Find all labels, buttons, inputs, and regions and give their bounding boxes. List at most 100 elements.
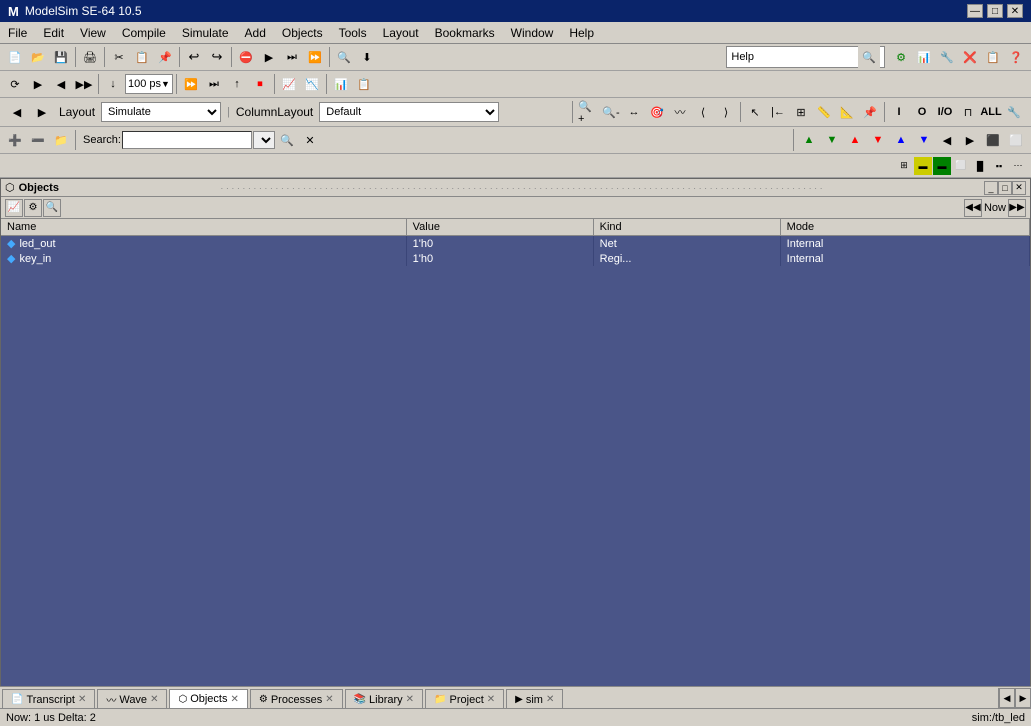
val-tri-btn[interactable]: ⊓ bbox=[957, 101, 979, 123]
paste-button[interactable]: 📌 bbox=[154, 46, 176, 68]
cut-button[interactable]: ✂ bbox=[108, 46, 130, 68]
tab-objects-close[interactable]: ✕ bbox=[230, 694, 238, 705]
zoom-wave-btn[interactable]: 〰 bbox=[669, 101, 691, 123]
wave-expand-btn[interactable]: 📏 bbox=[813, 101, 835, 123]
wave-ctrl-btn5[interactable]: ▐▌ bbox=[971, 157, 989, 175]
val-O-btn[interactable]: O bbox=[911, 101, 933, 123]
zoom-prev-btn[interactable]: ⟨ bbox=[692, 101, 714, 123]
step-over-button[interactable]: ⏩ bbox=[304, 46, 326, 68]
zoom-full-btn[interactable]: ↔ bbox=[623, 101, 645, 123]
undo-button[interactable]: ↩ bbox=[183, 46, 205, 68]
close-button[interactable]: ✕ bbox=[1007, 4, 1023, 18]
wave-ctrl-btn1[interactable]: ⊞ bbox=[895, 157, 913, 175]
maximize-button[interactable]: □ bbox=[987, 4, 1003, 18]
sim-back-button[interactable]: ◀ bbox=[50, 73, 72, 95]
val-all-btn[interactable]: ALL bbox=[980, 101, 1002, 123]
signal-btn4[interactable]: ▼ bbox=[867, 129, 889, 151]
run-cont-button[interactable]: ⏭ bbox=[203, 73, 225, 95]
zoom-next-btn[interactable]: ⟩ bbox=[715, 101, 737, 123]
sim-run-button[interactable]: ▶ bbox=[27, 73, 49, 95]
val-tool-btn[interactable]: 🔧 bbox=[1003, 101, 1025, 123]
wave-ctrl-btn3[interactable]: ▬ bbox=[933, 157, 951, 175]
print-button[interactable]: 🖨 bbox=[79, 46, 101, 68]
signal-btn2[interactable]: ▼ bbox=[821, 129, 843, 151]
obj-filter-btn[interactable]: 🔍 bbox=[43, 199, 61, 217]
menu-help[interactable]: Help bbox=[561, 24, 602, 42]
zoom-cursor-btn[interactable]: 🎯 bbox=[646, 101, 668, 123]
zoom-out-btn[interactable]: 🔍- bbox=[600, 101, 622, 123]
help-search-input[interactable] bbox=[756, 48, 856, 66]
step-into-button[interactable]: ↓ bbox=[102, 73, 124, 95]
obj-back-btn[interactable]: ◀◀ bbox=[964, 199, 982, 217]
menu-file[interactable]: File bbox=[0, 24, 35, 42]
column-layout-select[interactable]: Default Custom bbox=[319, 102, 499, 122]
sim-fwd-button[interactable]: ▶▶ bbox=[73, 73, 95, 95]
col-header-kind[interactable]: Kind bbox=[593, 219, 780, 236]
obj-props-btn[interactable]: ⚙ bbox=[24, 199, 42, 217]
layout-fwd-btn[interactable]: ▶ bbox=[31, 101, 53, 123]
cov-btn2[interactable]: 📋 bbox=[353, 73, 375, 95]
menu-compile[interactable]: Compile bbox=[114, 24, 174, 42]
objects-float-btn[interactable]: □ bbox=[998, 181, 1012, 195]
signal-btn5[interactable]: ▲ bbox=[890, 129, 912, 151]
find-button[interactable]: 🔍 bbox=[333, 46, 355, 68]
wave-ctrl-btn2[interactable]: ▬ bbox=[914, 157, 932, 175]
val-I-btn[interactable]: I bbox=[888, 101, 910, 123]
wave-del-btn[interactable]: ➖ bbox=[27, 129, 49, 151]
help-btn5[interactable]: 📋 bbox=[982, 46, 1004, 68]
signal-btn8[interactable]: ▶ bbox=[959, 129, 981, 151]
help-btn2[interactable]: 📊 bbox=[913, 46, 935, 68]
tab-processes-close[interactable]: ✕ bbox=[325, 694, 333, 705]
time-dropdown-icon[interactable]: ▼ bbox=[161, 79, 170, 89]
tab-scroll-left[interactable]: ◀ bbox=[999, 688, 1015, 708]
sim-stop-button[interactable]: ⏹ bbox=[249, 73, 271, 95]
wave-ctrl-btn6[interactable]: ▪▪ bbox=[990, 157, 1008, 175]
wave-btn2[interactable]: 📉 bbox=[301, 73, 323, 95]
menu-layout[interactable]: Layout bbox=[375, 24, 427, 42]
tab-library[interactable]: 📚 Library ✕ bbox=[345, 689, 423, 708]
minimize-button[interactable]: — bbox=[967, 4, 983, 18]
tab-project-close[interactable]: ✕ bbox=[487, 694, 495, 705]
wave-btn1[interactable]: 📈 bbox=[278, 73, 300, 95]
col-header-mode[interactable]: Mode bbox=[780, 219, 1029, 236]
signal-btn3[interactable]: ▲ bbox=[844, 129, 866, 151]
zoom-area-btn[interactable]: ⊞ bbox=[790, 101, 812, 123]
menu-view[interactable]: View bbox=[72, 24, 114, 42]
signal-btn1[interactable]: ▲ bbox=[798, 129, 820, 151]
menu-window[interactable]: Window bbox=[503, 24, 562, 42]
tab-sim[interactable]: ▶ sim ✕ bbox=[506, 689, 563, 708]
tab-wave[interactable]: 〰 Wave ✕ bbox=[97, 689, 167, 708]
signal-btn10[interactable]: ⬜ bbox=[1005, 129, 1027, 151]
tab-transcript-close[interactable]: ✕ bbox=[78, 694, 86, 705]
find-next-button[interactable]: ⬇ bbox=[356, 46, 378, 68]
menu-tools[interactable]: Tools bbox=[331, 24, 375, 42]
run-all-button[interactable]: ⏩ bbox=[180, 73, 202, 95]
tab-transcript[interactable]: 📄 Transcript ✕ bbox=[2, 689, 95, 708]
signal-btn6[interactable]: ▼ bbox=[913, 129, 935, 151]
step-out-button[interactable]: ↑ bbox=[226, 73, 248, 95]
wave-add-btn[interactable]: ➕ bbox=[4, 129, 26, 151]
zoom-in-btn[interactable]: 🔍+ bbox=[577, 101, 599, 123]
help-btn1[interactable]: ⚙ bbox=[890, 46, 912, 68]
copy-button[interactable]: 📋 bbox=[131, 46, 153, 68]
menu-simulate[interactable]: Simulate bbox=[174, 24, 237, 42]
open-button[interactable]: 📂 bbox=[27, 46, 49, 68]
wave-ctrl-btn7[interactable]: ⋯ bbox=[1009, 157, 1027, 175]
menu-bookmarks[interactable]: Bookmarks bbox=[427, 24, 503, 42]
restart-button[interactable]: ⟳ bbox=[4, 73, 26, 95]
tab-scroll-right[interactable]: ▶ bbox=[1015, 688, 1031, 708]
tab-project[interactable]: 📁 Project ✕ bbox=[425, 689, 504, 708]
col-header-value[interactable]: Value bbox=[406, 219, 593, 236]
layout-select[interactable]: Simulate Default Wave bbox=[101, 102, 221, 122]
table-row[interactable]: ◆ led_out 1'h0 Net Internal bbox=[1, 236, 1030, 252]
wave-tool1[interactable]: 📌 bbox=[859, 101, 881, 123]
tab-sim-close[interactable]: ✕ bbox=[546, 694, 554, 705]
redo-button[interactable]: ↪ bbox=[206, 46, 228, 68]
tab-library-close[interactable]: ✕ bbox=[406, 694, 414, 705]
search-input[interactable] bbox=[122, 131, 252, 149]
wave-grp-btn[interactable]: 📁 bbox=[50, 129, 72, 151]
col-header-name[interactable]: Name bbox=[1, 219, 406, 236]
obj-add-wave-btn[interactable]: 📈 bbox=[5, 199, 23, 217]
menu-objects[interactable]: Objects bbox=[274, 24, 331, 42]
objects-close-btn[interactable]: ✕ bbox=[1012, 181, 1026, 195]
